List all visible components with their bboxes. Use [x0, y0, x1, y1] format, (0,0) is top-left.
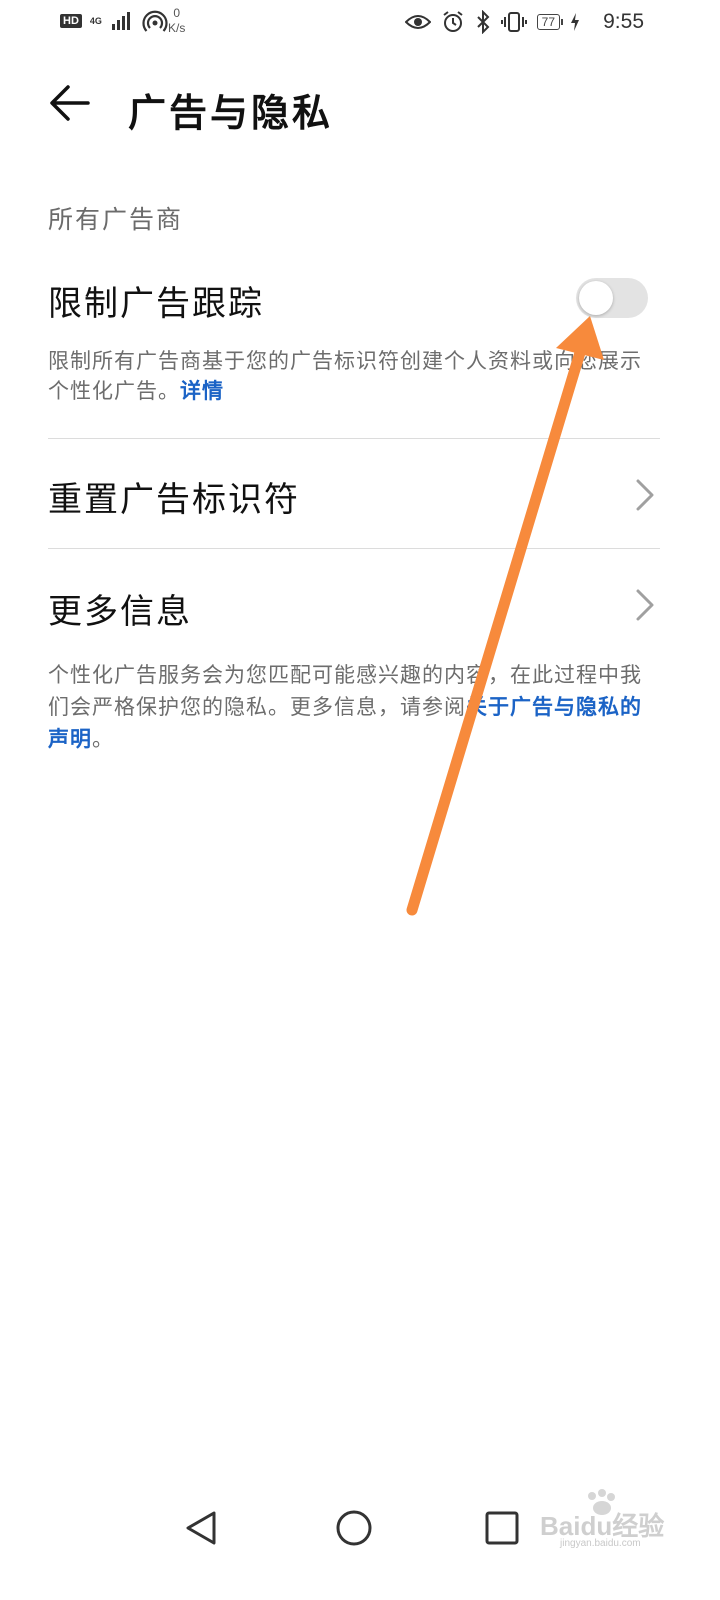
divider: [48, 548, 660, 549]
hd-icon: HD: [60, 14, 82, 28]
nav-back-button[interactable]: [182, 1508, 222, 1548]
limit-tracking-title: 限制广告跟踪: [48, 284, 264, 324]
annotation-arrow: [406, 316, 604, 916]
charging-icon: [571, 13, 579, 31]
signal-icon: [111, 12, 130, 30]
nav-home-button[interactable]: [334, 1508, 374, 1548]
network-speed: 0 K/s: [168, 6, 185, 36]
description-text: 限制所有广告商基于您的广告标识符创建个人资料或向您展示个性化广告。: [48, 349, 642, 403]
limit-tracking-description: 限制所有广告商基于您的广告标识符创建个人资料或向您展示个性化广告。详情: [48, 346, 660, 406]
status-left-group: HD 4G: [60, 8, 168, 34]
status-time: 9:55: [603, 10, 644, 33]
bluetooth-icon: [476, 10, 490, 34]
speed-value: 0: [173, 6, 181, 20]
more-info-title: 更多信息: [48, 592, 192, 632]
toggle-knob: [579, 281, 613, 315]
back-arrow-icon: [50, 85, 90, 121]
chevron-right-icon: [636, 479, 654, 511]
back-button[interactable]: [44, 80, 94, 126]
status-bar: HD 4G 0 K/s 77 9:55: [0, 0, 720, 48]
alarm-icon: [443, 11, 463, 32]
recents-square-icon: [485, 1511, 519, 1545]
status-right-group: 77: [404, 10, 580, 34]
baidu-watermark: Baidu经验 jingyan.baidu.com: [540, 1489, 670, 1549]
eye-icon: [404, 15, 431, 29]
network-type: 4G: [89, 15, 102, 26]
speed-unit: K/s: [168, 21, 186, 35]
home-circle-icon: [336, 1510, 372, 1546]
hotspot-icon: [142, 10, 168, 32]
details-link[interactable]: 详情: [180, 378, 224, 403]
vibrate-icon: [500, 12, 527, 32]
section-header: 所有广告商: [48, 205, 184, 234]
chevron-right-icon: [636, 589, 654, 621]
battery-icon: 77: [536, 14, 564, 30]
limit-tracking-toggle[interactable]: [576, 278, 648, 318]
network-type-label: 4G: [89, 15, 102, 26]
watermark-subtext: jingyan.baidu.com: [560, 1538, 641, 1549]
divider: [48, 438, 660, 439]
more-info-row[interactable]: 更多信息: [0, 550, 720, 658]
footer-description: 个性化广告服务会为您匹配可能感兴趣的内容，在此过程中我们会严格保护您的隐私。更多…: [48, 660, 660, 755]
footer-end: 。: [92, 727, 114, 751]
nav-recents-button[interactable]: [482, 1508, 522, 1548]
page-title: 广告与隐私: [128, 90, 334, 135]
reset-ad-id-title: 重置广告标识符: [48, 480, 300, 520]
reset-ad-id-row[interactable]: 重置广告标识符: [0, 440, 720, 548]
back-triangle-icon: [186, 1511, 216, 1545]
